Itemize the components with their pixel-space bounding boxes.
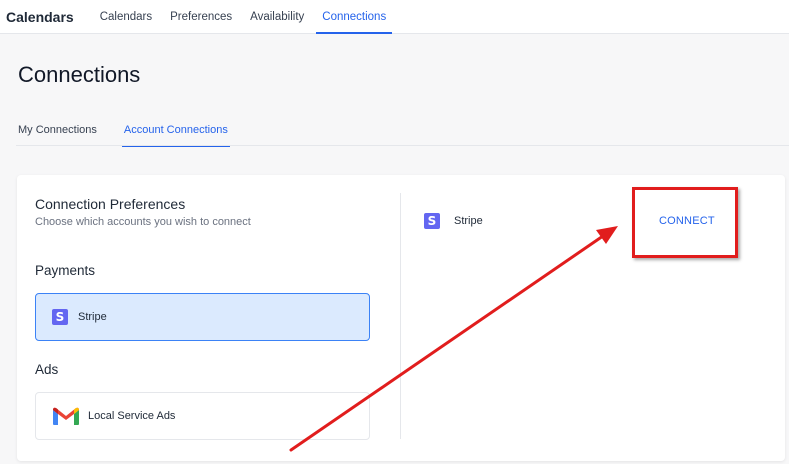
nav-tab-calendars[interactable]: Calendars — [94, 0, 158, 34]
connections-subtabs: My Connections Account Connections — [16, 114, 789, 147]
tab-label: Account Connections — [123, 124, 228, 136]
preferences-title: Connection Preferences — [35, 196, 186, 212]
nav-tab-availability[interactable]: Availability — [244, 0, 310, 34]
preferences-subtitle: Choose which accounts you wish to connec… — [35, 216, 251, 228]
gmail-icon — [52, 406, 80, 426]
connection-preferences-card: Connection Preferences Choose which acco… — [17, 175, 785, 461]
page-title: Connections — [18, 62, 141, 87]
connect-button[interactable]: CONNECT — [659, 215, 715, 227]
stripe-icon: S — [424, 213, 440, 229]
nav-tab-label: Availability — [250, 10, 305, 23]
stripe-icon: S — [52, 309, 68, 325]
top-nav: Calendars Calendars Preferences Availabi… — [0, 0, 789, 34]
nav-tab-connections[interactable]: Connections — [316, 0, 393, 34]
detail-provider: S Stripe — [424, 213, 483, 229]
option-stripe[interactable]: S Stripe — [35, 293, 370, 341]
panel-divider — [400, 193, 401, 439]
section-label-ads: Ads — [35, 362, 59, 377]
nav-tab-label: Preferences — [170, 10, 233, 23]
detail-provider-label: Stripe — [454, 215, 483, 227]
tab-my-connections[interactable]: My Connections — [16, 114, 99, 146]
section-label-payments: Payments — [35, 263, 96, 278]
app-title: Calendars — [6, 8, 74, 25]
preferences-panel: Connection Preferences Choose which acco… — [17, 175, 400, 461]
tab-label: My Connections — [18, 124, 97, 136]
option-label: Local Service Ads — [88, 410, 176, 422]
nav-tab-label: Connections — [322, 10, 387, 23]
nav-tab-preferences[interactable]: Preferences — [164, 0, 238, 34]
option-label: Stripe — [78, 311, 107, 323]
tab-account-connections[interactable]: Account Connections — [121, 114, 230, 147]
option-local-service-ads[interactable]: Local Service Ads — [35, 392, 370, 440]
nav-tab-label: Calendars — [99, 10, 153, 23]
